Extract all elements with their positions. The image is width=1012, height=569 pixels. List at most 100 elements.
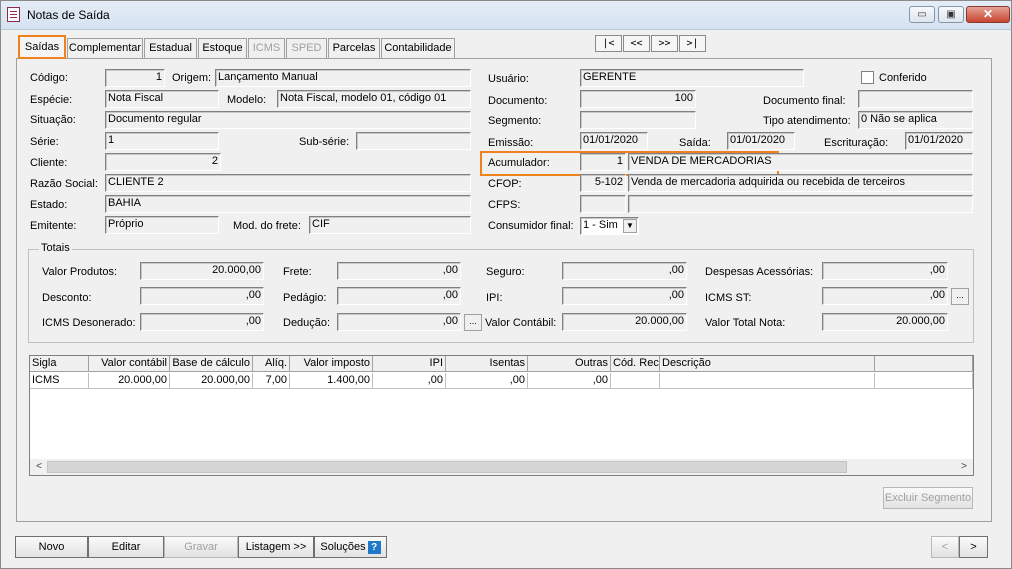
saida-field[interactable]: 01/01/2020 — [727, 132, 795, 150]
cliente-field[interactable]: 2 — [105, 153, 221, 171]
cliente-label: Cliente: — [30, 157, 68, 169]
escrituracao-field[interactable]: 01/01/2020 — [905, 132, 973, 150]
valor-contabil-field[interactable]: 20.000,00 — [562, 313, 687, 331]
despesas-field[interactable]: ,00 — [822, 262, 948, 280]
ipi-field[interactable]: ,00 — [562, 287, 687, 305]
grid-cell-isentas[interactable]: ,00 — [446, 373, 528, 389]
acumulador-desc-field[interactable]: VENDA DE MERCADORIAS — [628, 153, 973, 171]
tab-icms[interactable]: ICMS — [248, 38, 285, 58]
tab-contabilidade[interactable]: Contabilidade — [381, 38, 455, 58]
deducao-field[interactable]: ,00 — [337, 313, 461, 331]
situacao-field[interactable]: Documento regular — [105, 111, 471, 129]
grid-header-isentas[interactable]: Isentas — [446, 356, 528, 372]
grid-header-valor-contabil[interactable]: Valor contábil — [89, 356, 170, 372]
estado-field[interactable]: BAHIA — [105, 195, 471, 213]
acumulador-code-field[interactable]: 1 — [580, 153, 626, 171]
prev-record-button[interactable]: << — [623, 35, 650, 52]
grid-header-sigla[interactable]: Sigla — [30, 356, 89, 372]
subserie-field[interactable] — [356, 132, 471, 150]
grid-cell-valor-imposto[interactable]: 1.400,00 — [290, 373, 373, 389]
minimize-button[interactable]: ▭ — [909, 6, 935, 23]
grid-cell-ipi[interactable]: ,00 — [373, 373, 446, 389]
origem-field[interactable]: Lançamento Manual — [215, 69, 471, 87]
tab-saidas[interactable]: Saídas — [18, 35, 66, 59]
grid-cell-outras[interactable]: ,00 — [528, 373, 611, 389]
usuario-field[interactable]: GERENTE — [580, 69, 804, 87]
documento-field[interactable]: 100 — [580, 90, 696, 108]
icms-st-field[interactable]: ,00 — [822, 287, 948, 305]
codigo-field[interactable]: 1 — [105, 69, 165, 87]
cfop-code-field[interactable]: 5-102 — [580, 174, 626, 192]
grid-cell-sigla[interactable]: ICMS — [30, 373, 89, 389]
scroll-left-icon[interactable]: < — [31, 460, 47, 474]
listagem-button[interactable]: Listagem >> — [238, 536, 314, 558]
pedagio-field[interactable]: ,00 — [337, 287, 461, 305]
novo-button[interactable]: Novo — [15, 536, 88, 558]
impostos-grid[interactable]: Sigla Valor contábil Base de cálculo Alí… — [29, 355, 974, 476]
escrituracao-label: Escrituração: — [824, 137, 889, 149]
scroll-right-icon[interactable]: > — [956, 460, 972, 474]
mod-frete-field[interactable]: CIF — [309, 216, 471, 234]
segmento-field[interactable] — [580, 111, 696, 129]
grid-cell-aliq[interactable]: 7,00 — [253, 373, 290, 389]
editar-button[interactable]: Editar — [88, 536, 164, 558]
tab-estoque[interactable]: Estoque — [198, 38, 247, 58]
chevron-down-icon[interactable]: ▼ — [623, 219, 637, 233]
tipo-atendimento-label: Tipo atendimento: — [763, 115, 851, 127]
grid-cell-cod-rec[interactable] — [611, 373, 660, 389]
grid-cell-descricao[interactable] — [660, 373, 875, 389]
gravar-button[interactable]: Gravar — [164, 536, 238, 558]
consumidor-final-select[interactable]: 1 - Sim ▼ — [580, 217, 639, 235]
grid-header-ipi[interactable]: IPI — [373, 356, 446, 372]
seguro-field[interactable]: ,00 — [562, 262, 687, 280]
first-record-button[interactable]: |< — [595, 35, 622, 52]
grid-header-cod-rec[interactable]: Cód. Rec. — [611, 356, 660, 372]
cfop-desc-field[interactable]: Venda de mercadoria adquirida ou recebid… — [628, 174, 973, 192]
scrollbar-thumb[interactable] — [47, 461, 847, 473]
window-title: Notas de Saída — [27, 8, 110, 22]
tipo-atendimento-field[interactable]: 0 Não se aplica — [858, 111, 973, 129]
tab-parcelas[interactable]: Parcelas — [328, 38, 380, 58]
excluir-segmento-button[interactable]: Excluir Segmento — [883, 487, 973, 509]
documento-final-field[interactable] — [858, 90, 973, 108]
frete-field[interactable]: ,00 — [337, 262, 461, 280]
cfps-desc-field[interactable] — [628, 195, 973, 213]
emissao-label: Emissão: — [488, 137, 534, 149]
grid-cell-base-calculo[interactable]: 20.000,00 — [170, 373, 253, 389]
grid-header-valor-imposto[interactable]: Valor imposto — [290, 356, 373, 372]
icms-st-label: ICMS ST: — [705, 292, 752, 304]
deducao-lookup-button[interactable]: ... — [464, 314, 482, 331]
conferido-checkbox[interactable] — [861, 71, 874, 84]
grid-header-outras[interactable]: Outras — [528, 356, 611, 372]
last-record-button[interactable]: >| — [679, 35, 706, 52]
razao-social-label: Razão Social: — [30, 178, 98, 190]
close-button[interactable]: ✕ — [966, 6, 1010, 23]
icms-desonerado-field[interactable]: ,00 — [140, 313, 264, 331]
grid-cell-valor-contabil[interactable]: 20.000,00 — [89, 373, 170, 389]
valor-produtos-field[interactable]: 20.000,00 — [140, 262, 264, 280]
grid-header-aliq[interactable]: Alíq. — [253, 356, 290, 372]
razao-social-field[interactable]: CLIENTE 2 — [105, 174, 471, 192]
icms-st-lookup-button[interactable]: ... — [951, 288, 969, 305]
grid-header-descricao[interactable]: Descrição — [660, 356, 875, 372]
next-page-button[interactable]: > — [959, 536, 988, 558]
especie-field[interactable]: Nota Fiscal — [105, 90, 219, 108]
tab-sped[interactable]: SPED — [286, 38, 327, 58]
tab-estadual[interactable]: Estadual — [144, 38, 197, 58]
grid-header-base-calculo[interactable]: Base de cálculo — [170, 356, 253, 372]
grid-horizontal-scrollbar[interactable]: < > — [30, 459, 973, 475]
solucoes-button[interactable]: Soluções? — [314, 536, 387, 558]
maximize-button[interactable]: ▣ — [938, 6, 964, 23]
valor-total-nota-field[interactable]: 20.000,00 — [822, 313, 948, 331]
emissao-field[interactable]: 01/01/2020 — [580, 132, 648, 150]
serie-field[interactable]: 1 — [105, 132, 219, 150]
consumidor-final-label: Consumidor final: — [488, 220, 574, 232]
modelo-field[interactable]: Nota Fiscal, modelo 01, código 01 — [277, 90, 471, 108]
cfps-code-field[interactable] — [580, 195, 626, 213]
next-record-button[interactable]: >> — [651, 35, 678, 52]
valor-produtos-label: Valor Produtos: — [42, 266, 118, 278]
tab-complementar[interactable]: Complementar — [67, 38, 143, 58]
desconto-field[interactable]: ,00 — [140, 287, 264, 305]
emitente-field[interactable]: Próprio — [105, 216, 219, 234]
prev-page-button[interactable]: < — [931, 536, 959, 558]
